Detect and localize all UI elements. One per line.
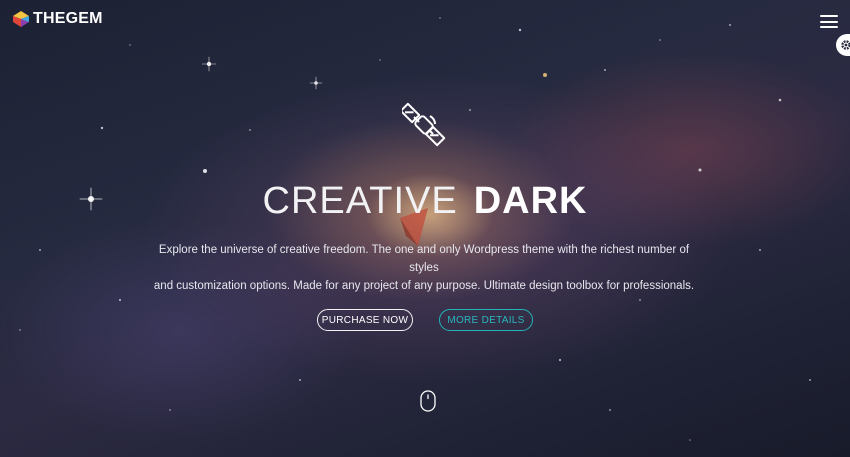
hero-title-bold: DARK bbox=[473, 180, 588, 222]
hamburger-menu-button[interactable] bbox=[820, 15, 838, 28]
more-details-button[interactable]: MORE DETAILS bbox=[439, 309, 533, 331]
starfield-background bbox=[19, 17, 811, 441]
hero-title: CREATIVE DARK bbox=[0, 180, 850, 222]
mouse-scroll-icon[interactable] bbox=[420, 390, 436, 412]
purchase-now-button[interactable]: PURCHASE NOW bbox=[317, 309, 413, 331]
hero-description: Explore the universe of creative freedom… bbox=[150, 241, 698, 295]
hamburger-icon bbox=[820, 15, 838, 17]
hero-description-line-2: and customization options. Made for any … bbox=[153, 280, 695, 292]
gem-logo-icon bbox=[13, 11, 29, 27]
gear-icon bbox=[841, 40, 850, 50]
brand-name: THEGEM bbox=[33, 10, 103, 27]
hero-description-line-1: Explore the universe of creative freedom… bbox=[158, 244, 690, 274]
settings-panel-toggle[interactable] bbox=[836, 34, 850, 56]
hero-title-light: CREATIVE bbox=[262, 180, 458, 222]
site-header: THEGEM bbox=[0, 0, 850, 40]
satellite-icon bbox=[402, 102, 446, 147]
brand-logo[interactable]: THEGEM bbox=[12, 10, 103, 28]
